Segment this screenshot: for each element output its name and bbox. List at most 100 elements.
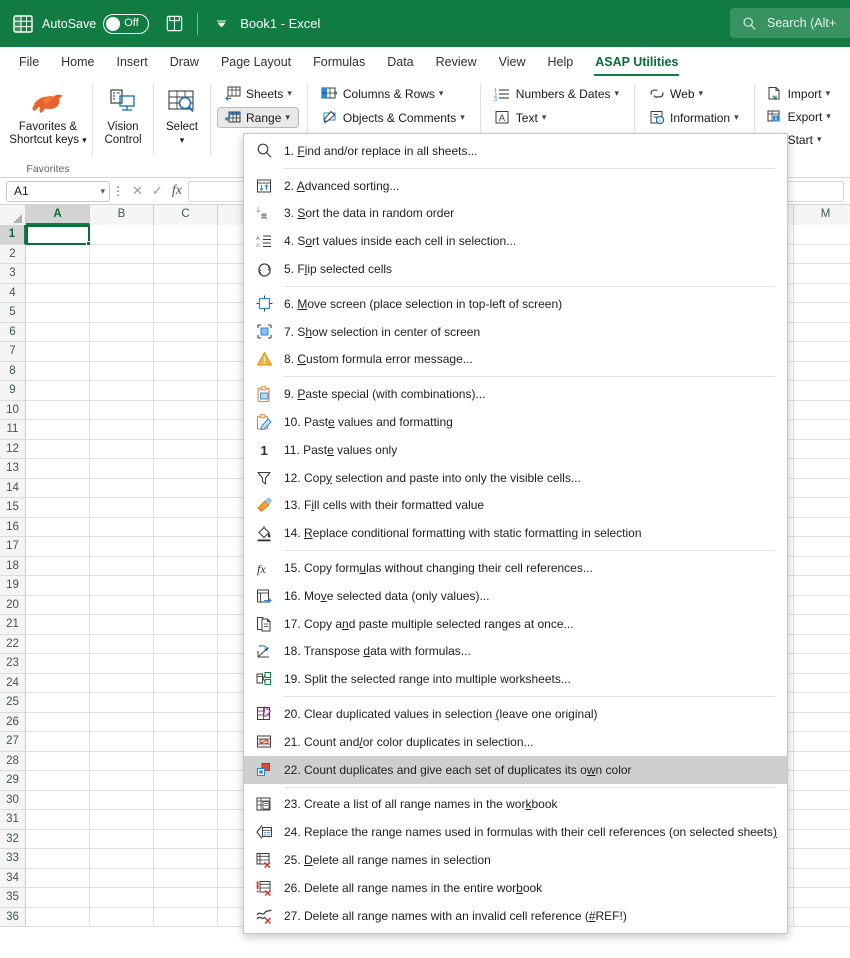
chevron-down-icon[interactable]: ▾ bbox=[285, 112, 290, 123]
cell-M36[interactable] bbox=[794, 907, 850, 927]
save-icon[interactable] bbox=[161, 11, 187, 37]
cell-C34[interactable] bbox=[154, 868, 218, 888]
cell-B27[interactable] bbox=[90, 732, 154, 752]
cell-A13[interactable] bbox=[26, 459, 90, 479]
cell-A30[interactable] bbox=[26, 790, 90, 810]
cell-B19[interactable] bbox=[90, 576, 154, 596]
fx-icon[interactable]: fx bbox=[172, 183, 182, 199]
cell-A25[interactable] bbox=[26, 693, 90, 713]
row-header-18[interactable]: 18 bbox=[0, 556, 26, 576]
cell-A16[interactable] bbox=[26, 517, 90, 537]
row-header-21[interactable]: 21 bbox=[0, 615, 26, 635]
menu-item-12[interactable]: 12. Copy selection and paste into only t… bbox=[244, 464, 787, 492]
cell-C36[interactable] bbox=[154, 907, 218, 927]
cell-A20[interactable] bbox=[26, 595, 90, 615]
chevron-down-icon[interactable]: ▾ bbox=[817, 134, 822, 145]
cell-C25[interactable] bbox=[154, 693, 218, 713]
cell-M30[interactable] bbox=[794, 790, 850, 810]
cell-M29[interactable] bbox=[794, 771, 850, 791]
vision-control-button[interactable]: Vision Control bbox=[93, 81, 153, 147]
cell-A9[interactable] bbox=[26, 381, 90, 401]
cell-M5[interactable] bbox=[794, 303, 850, 323]
enter-check-icon[interactable]: ✓ bbox=[152, 183, 163, 199]
menu-item-26[interactable]: 26. Delete all range names in the entire… bbox=[244, 874, 787, 902]
cell-A8[interactable] bbox=[26, 361, 90, 381]
chevron-down-icon[interactable]: ▾ bbox=[542, 112, 547, 123]
cell-M32[interactable] bbox=[794, 829, 850, 849]
cancel-x-icon[interactable]: ✕ bbox=[132, 183, 143, 199]
columns-rows-button[interactable]: Columns & Rows ▾ bbox=[314, 83, 472, 104]
cell-M4[interactable] bbox=[794, 283, 850, 303]
cell-A4[interactable] bbox=[26, 283, 90, 303]
cell-A28[interactable] bbox=[26, 751, 90, 771]
row-header-8[interactable]: 8 bbox=[0, 361, 26, 381]
menu-item-18[interactable]: 18. Transpose data with formulas... bbox=[244, 638, 787, 666]
cell-A18[interactable] bbox=[26, 556, 90, 576]
row-header-16[interactable]: 16 bbox=[0, 517, 26, 537]
cell-B16[interactable] bbox=[90, 517, 154, 537]
chevron-down-icon[interactable]: ▾ bbox=[287, 88, 292, 99]
numbers-dates-button[interactable]: 1 2 3 Numbers & Dates ▾ bbox=[487, 83, 626, 104]
cell-M1[interactable] bbox=[794, 225, 850, 245]
row-header-15[interactable]: 15 bbox=[0, 498, 26, 518]
row-header-30[interactable]: 30 bbox=[0, 790, 26, 810]
cell-C2[interactable] bbox=[154, 244, 218, 264]
cell-C26[interactable] bbox=[154, 712, 218, 732]
cell-B26[interactable] bbox=[90, 712, 154, 732]
row-header-19[interactable]: 19 bbox=[0, 576, 26, 596]
menu-item-21[interactable]: 21. Count and/or color duplicates in sel… bbox=[244, 728, 787, 756]
cell-A23[interactable] bbox=[26, 654, 90, 674]
cell-C18[interactable] bbox=[154, 556, 218, 576]
select-all-corner-button[interactable] bbox=[0, 205, 26, 225]
menu-item-11[interactable]: 1 11. Paste values only bbox=[244, 436, 787, 464]
export-button[interactable]: X Export ▾ bbox=[759, 106, 838, 127]
cell-B3[interactable] bbox=[90, 264, 154, 284]
row-header-14[interactable]: 14 bbox=[0, 478, 26, 498]
cell-B13[interactable] bbox=[90, 459, 154, 479]
cell-B4[interactable] bbox=[90, 283, 154, 303]
cell-A17[interactable] bbox=[26, 537, 90, 557]
chevron-down-icon[interactable]: ▾ bbox=[100, 186, 105, 197]
cell-M20[interactable] bbox=[794, 595, 850, 615]
row-header-10[interactable]: 10 bbox=[0, 400, 26, 420]
cell-A31[interactable] bbox=[26, 810, 90, 830]
menu-item-15[interactable]: fx 15. Copy formulas without changing the… bbox=[244, 554, 787, 582]
cell-M26[interactable] bbox=[794, 712, 850, 732]
cell-A32[interactable] bbox=[26, 829, 90, 849]
cell-M21[interactable] bbox=[794, 615, 850, 635]
row-header-11[interactable]: 11 bbox=[0, 420, 26, 440]
tab-help[interactable]: Help bbox=[537, 47, 585, 77]
row-header-20[interactable]: 20 bbox=[0, 595, 26, 615]
menu-item-8[interactable]: 8. Custom formula error message... bbox=[244, 346, 787, 374]
cell-M13[interactable] bbox=[794, 459, 850, 479]
row-header-33[interactable]: 33 bbox=[0, 849, 26, 869]
cell-C11[interactable] bbox=[154, 420, 218, 440]
cell-B14[interactable] bbox=[90, 478, 154, 498]
cell-M17[interactable] bbox=[794, 537, 850, 557]
row-header-17[interactable]: 17 bbox=[0, 537, 26, 557]
cell-B17[interactable] bbox=[90, 537, 154, 557]
cell-B36[interactable] bbox=[90, 907, 154, 927]
tab-insert[interactable]: Insert bbox=[106, 47, 159, 77]
cell-B22[interactable] bbox=[90, 634, 154, 654]
row-header-27[interactable]: 27 bbox=[0, 732, 26, 752]
cell-A5[interactable] bbox=[26, 303, 90, 323]
menu-item-4[interactable]: A A 4. Sort values inside each cell in sel… bbox=[244, 227, 787, 255]
menu-item-9[interactable]: 9. Paste special (with combinations)... bbox=[244, 380, 787, 408]
cell-C5[interactable] bbox=[154, 303, 218, 323]
cell-M10[interactable] bbox=[794, 400, 850, 420]
cell-C23[interactable] bbox=[154, 654, 218, 674]
cell-C8[interactable] bbox=[154, 361, 218, 381]
cell-M23[interactable] bbox=[794, 654, 850, 674]
row-header-28[interactable]: 28 bbox=[0, 751, 26, 771]
menu-item-7[interactable]: 7. Show selection in center of screen bbox=[244, 318, 787, 346]
cell-C10[interactable] bbox=[154, 400, 218, 420]
menu-item-6[interactable]: 6. Move screen (place selection in top-l… bbox=[244, 290, 787, 318]
name-box[interactable]: A1 ▾ bbox=[6, 180, 110, 202]
row-header-12[interactable]: 12 bbox=[0, 439, 26, 459]
cell-M34[interactable] bbox=[794, 868, 850, 888]
cell-C30[interactable] bbox=[154, 790, 218, 810]
menu-item-10[interactable]: 10. Paste values and formatting bbox=[244, 408, 787, 436]
row-header-26[interactable]: 26 bbox=[0, 712, 26, 732]
chevron-down-icon[interactable]: ▾ bbox=[826, 111, 831, 122]
